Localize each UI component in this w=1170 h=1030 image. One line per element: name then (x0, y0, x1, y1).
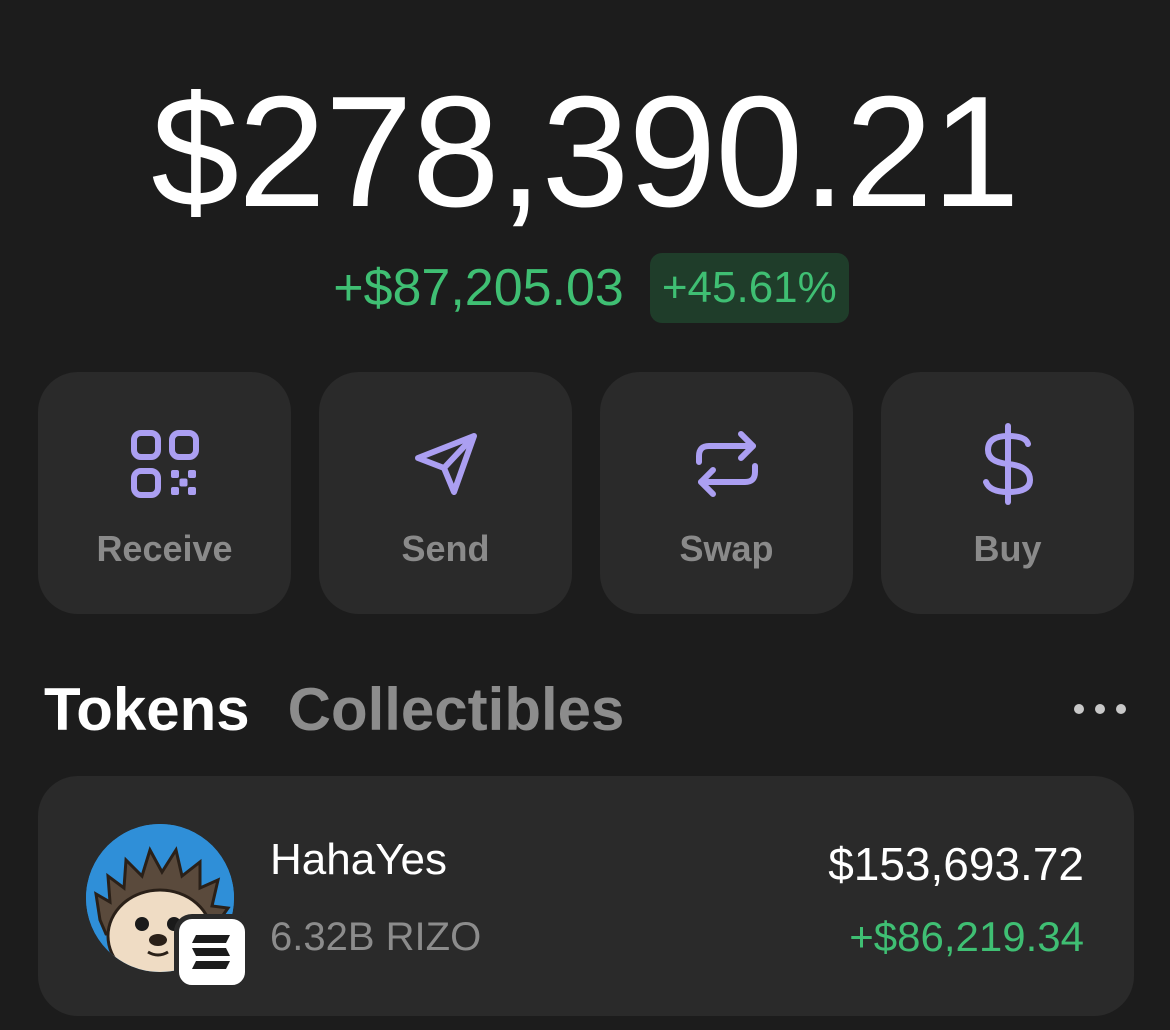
token-value: $153,693.72 (828, 838, 1084, 890)
send-button[interactable]: Send (319, 372, 572, 614)
asset-tabs: Tokens Collectibles (44, 670, 624, 750)
token-avatar-wrap (86, 824, 250, 990)
portfolio-change-percent-badge: +45.61% (649, 253, 849, 323)
receive-label: Receive (96, 528, 233, 569)
receive-button[interactable]: Receive (38, 372, 291, 614)
send-arrow-icon (404, 422, 488, 506)
dollar-icon (966, 422, 1050, 506)
buy-button[interactable]: Buy (881, 372, 1134, 614)
swap-button[interactable]: Swap (600, 372, 853, 614)
buy-label: Buy (973, 528, 1042, 569)
token-row[interactable]: HahaYes 6.32B RIZO $153,693.72 +$86,219.… (38, 776, 1134, 1016)
swap-label: Swap (679, 528, 774, 569)
portfolio-balance: $278,390.21 (151, 64, 1020, 240)
token-amount: 6.32B RIZO (270, 915, 482, 959)
portfolio-change-row: +$87,205.03 +45.61% (0, 252, 1170, 324)
portfolio-change-amount: +$87,205.03 (333, 259, 624, 317)
tab-tokens[interactable]: Tokens (44, 670, 250, 750)
token-name: HahaYes (270, 835, 447, 884)
send-label: Send (401, 528, 490, 569)
more-horizontal-icon (1074, 704, 1126, 714)
token-change: +$86,219.34 (849, 913, 1084, 960)
tab-collectibles[interactable]: Collectibles (288, 670, 625, 750)
solana-icon (174, 914, 250, 990)
more-button[interactable] (1060, 684, 1140, 734)
swap-arrows-icon (685, 422, 769, 506)
quick-actions: Receive Send Swap Buy (38, 372, 1134, 614)
wallet-home-screen: $278,390.21 +$87,205.03 +45.61% Receive … (0, 0, 1170, 1030)
qr-code-icon (123, 422, 207, 506)
